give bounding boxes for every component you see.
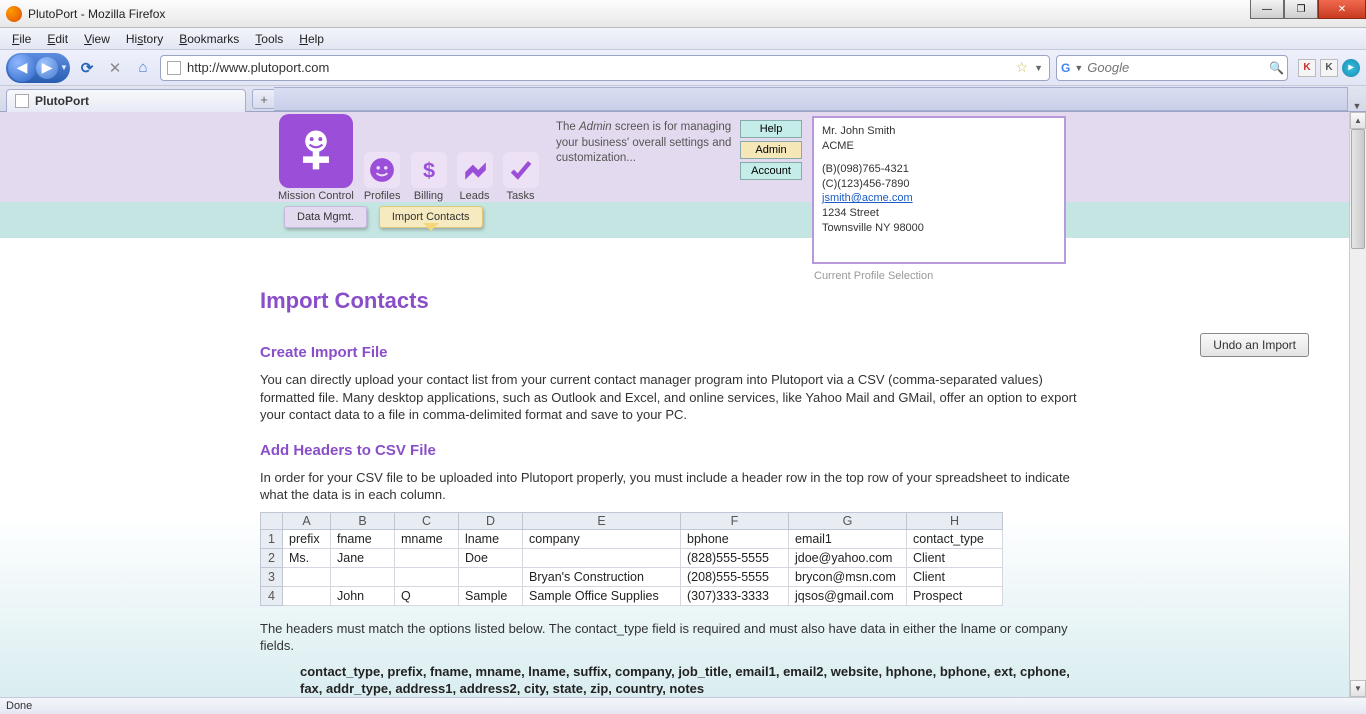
kaspersky-icon[interactable]: K bbox=[1298, 59, 1316, 77]
new-tab-button[interactable]: + bbox=[252, 89, 276, 109]
add-headers-body: In order for your CSV file to be uploade… bbox=[260, 469, 1090, 504]
nav-mission-control[interactable]: Mission Control bbox=[278, 114, 354, 202]
page-icon bbox=[167, 61, 181, 75]
section-add-headers: Add Headers to CSV File bbox=[260, 442, 1349, 459]
menu-view[interactable]: View bbox=[78, 30, 116, 48]
undo-import-button[interactable]: Undo an Import bbox=[1200, 333, 1309, 357]
url-input[interactable] bbox=[187, 60, 1010, 75]
stop-button[interactable]: ✕ bbox=[104, 57, 126, 79]
url-dropdown-icon[interactable]: ▼ bbox=[1034, 63, 1043, 73]
menu-help[interactable]: Help bbox=[293, 30, 330, 48]
menu-edit[interactable]: Edit bbox=[41, 30, 74, 48]
profile-street: 1234 Street bbox=[822, 206, 1056, 221]
reload-button[interactable]: ⟳ bbox=[76, 57, 98, 79]
admin-blurb: The Admin screen is for managing your bu… bbox=[556, 120, 736, 167]
mission-control-icon bbox=[279, 114, 353, 188]
scroll-up-icon[interactable]: ▲ bbox=[1350, 112, 1366, 129]
firefox-icon bbox=[6, 6, 22, 22]
nav-leads[interactable]: Leads bbox=[457, 152, 493, 202]
profile-phone-b: (B)(098)765-4321 bbox=[822, 162, 1056, 177]
post-table-note: The headers must match the options liste… bbox=[260, 620, 1090, 655]
menu-bar: File Edit View History Bookmarks Tools H… bbox=[0, 28, 1366, 50]
back-button[interactable]: ◀ bbox=[8, 54, 36, 82]
search-bar[interactable]: G ▼ 🔍 bbox=[1056, 55, 1288, 81]
leads-icon bbox=[457, 152, 493, 188]
extension-icons: K K ▸ bbox=[1294, 59, 1360, 77]
subnav-bar: Data Mgmt. Import Contacts bbox=[0, 202, 1349, 238]
search-go-icon[interactable]: 🔍 bbox=[1269, 61, 1284, 75]
forward-button[interactable]: ▶ bbox=[36, 57, 58, 79]
keyboard-icon[interactable]: K bbox=[1320, 59, 1338, 77]
tasks-icon bbox=[503, 152, 539, 188]
page-title: Import Contacts bbox=[260, 288, 1349, 314]
nav-billing[interactable]: $ Billing bbox=[411, 152, 447, 202]
tab-plutoport[interactable]: PlutoPort bbox=[6, 89, 246, 112]
create-import-body: You can directly upload your contact lis… bbox=[260, 371, 1090, 424]
nav-back-forward: ◀ ▶ ▼ bbox=[6, 53, 70, 83]
home-button[interactable]: ⌂ bbox=[132, 57, 154, 79]
nav-history-dropdown[interactable]: ▼ bbox=[58, 63, 68, 72]
page-content: Import Contacts Undo an Import Create Im… bbox=[0, 238, 1349, 697]
search-engine-dropdown[interactable]: ▼ bbox=[1074, 63, 1083, 73]
menu-tools[interactable]: Tools bbox=[249, 30, 289, 48]
svg-text:$: $ bbox=[422, 158, 434, 183]
bookmark-star-icon[interactable]: ☆ bbox=[1016, 59, 1029, 76]
status-bar: Done bbox=[0, 697, 1366, 714]
status-text: Done bbox=[6, 700, 32, 712]
page-viewport: Mission Control Profiles $ Billing Leads… bbox=[0, 112, 1349, 697]
profile-email-link[interactable]: jsmith@acme.com bbox=[822, 192, 913, 204]
profile-citystate: Townsville NY 98000 bbox=[822, 221, 1056, 236]
profile-phone-c: (C)(123)456-7890 bbox=[822, 177, 1056, 192]
help-button[interactable]: Help bbox=[740, 120, 802, 138]
fields-list: contact_type, prefix, fname, mname, lnam… bbox=[300, 663, 1070, 697]
billing-icon: $ bbox=[411, 152, 447, 188]
tab-page-icon bbox=[15, 94, 29, 108]
site-header: Mission Control Profiles $ Billing Leads… bbox=[0, 112, 1349, 202]
window-titlebar: PlutoPort - Mozilla Firefox — ❐ ✕ bbox=[0, 0, 1366, 28]
close-button[interactable]: ✕ bbox=[1318, 0, 1366, 19]
csv-example-table: ABCDEFGH1prefixfnamemnamelnamecompanybph… bbox=[260, 512, 1003, 606]
profiles-icon bbox=[364, 152, 400, 188]
idm-icon[interactable]: ▸ bbox=[1342, 59, 1360, 77]
nav-tasks[interactable]: Tasks bbox=[503, 152, 539, 202]
google-icon[interactable]: G bbox=[1061, 60, 1070, 76]
nav-toolbar: ◀ ▶ ▼ ⟳ ✕ ⌂ ☆ ▼ G ▼ 🔍 K K ▸ bbox=[0, 50, 1366, 86]
tab-import-contacts[interactable]: Import Contacts bbox=[379, 206, 483, 228]
minimize-button[interactable]: — bbox=[1250, 0, 1284, 19]
menu-file[interactable]: File bbox=[6, 30, 37, 48]
account-button[interactable]: Account bbox=[740, 162, 802, 180]
menu-history[interactable]: History bbox=[120, 30, 169, 48]
search-input[interactable] bbox=[1087, 60, 1265, 75]
window-title: PlutoPort - Mozilla Firefox bbox=[28, 7, 165, 21]
tab-list-dropdown[interactable]: ▼ bbox=[1348, 101, 1366, 111]
profile-caption: Current Profile Selection bbox=[814, 270, 933, 282]
menu-bookmarks[interactable]: Bookmarks bbox=[173, 30, 245, 48]
profile-name: Mr. John Smith bbox=[822, 124, 1056, 139]
url-bar[interactable]: ☆ ▼ bbox=[160, 55, 1050, 81]
admin-button[interactable]: Admin bbox=[740, 141, 802, 159]
tab-label: PlutoPort bbox=[35, 94, 89, 108]
maximize-button[interactable]: ❐ bbox=[1284, 0, 1318, 19]
tab-strip-bg bbox=[274, 87, 1348, 111]
profile-company: ACME bbox=[822, 139, 1056, 154]
section-create-import-file: Create Import File bbox=[260, 344, 1349, 361]
tab-data-mgmt[interactable]: Data Mgmt. bbox=[284, 206, 367, 228]
scroll-track[interactable] bbox=[1350, 129, 1366, 680]
nav-profiles[interactable]: Profiles bbox=[364, 152, 401, 202]
tab-bar: PlutoPort + ▼ bbox=[0, 86, 1366, 112]
scroll-down-icon[interactable]: ▼ bbox=[1350, 680, 1366, 697]
vertical-scrollbar[interactable]: ▲ ▼ bbox=[1349, 112, 1366, 697]
profile-selection-box: Mr. John Smith ACME (B)(098)765-4321 (C)… bbox=[812, 116, 1066, 264]
scroll-thumb[interactable] bbox=[1351, 129, 1365, 249]
